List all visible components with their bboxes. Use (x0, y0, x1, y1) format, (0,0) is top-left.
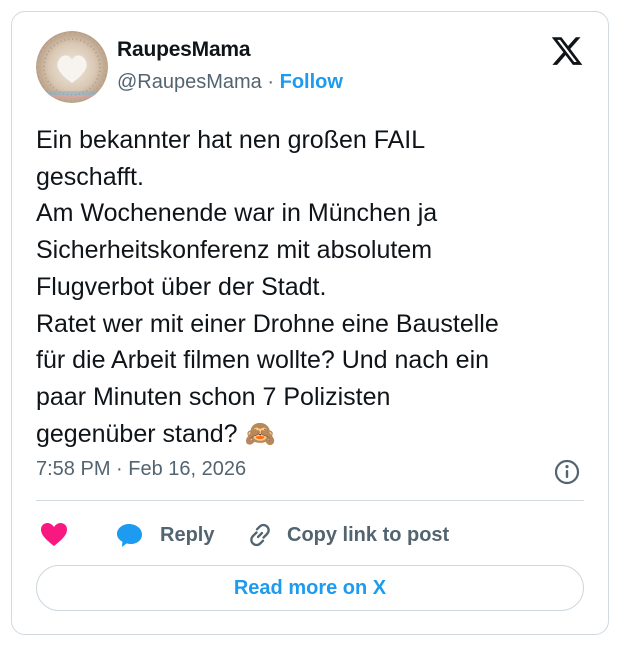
post-text-line: Flugverbot über der Stadt. (36, 272, 327, 301)
post-text-line: Ein bekannter hat nen großen FAIL (36, 126, 426, 154)
author-handle-row: @RaupesMama · Follow (117, 71, 343, 94)
post-time: 7:58 PM (36, 458, 111, 480)
embedded-post-card: RaupesMama @RaupesMama · Follow Ein beka… (11, 11, 609, 635)
author-display-name[interactable]: RaupesMama (117, 38, 251, 62)
post-text-line: Ratet wer mit einer Drohne eine Baustell… (36, 309, 499, 338)
post-text-line: Am Wochenende war in München ja (36, 199, 438, 228)
timestamp-separator: · (116, 458, 123, 480)
avatar[interactable] (36, 31, 108, 103)
post-text-line: Sicherheitskonferenz mit absolutem (36, 236, 433, 265)
speech-bubble-icon (117, 524, 142, 547)
post-timestamp[interactable]: 7:58 PM · Feb 16, 2026 (36, 458, 246, 481)
handle-separator: · (267, 71, 275, 93)
reply-label: Reply (160, 523, 215, 546)
link-icon (250, 523, 270, 547)
avatar-image (36, 31, 108, 103)
divider (36, 500, 584, 501)
post-text-line: gegenüber stand? 🙈 (36, 419, 276, 448)
like-button[interactable] (40, 517, 68, 553)
copy-link-label: Copy link to post (287, 523, 450, 546)
x-logo-icon[interactable] (550, 34, 584, 68)
read-more-button[interactable]: Read more on X (36, 565, 584, 611)
follow-link[interactable]: Follow (280, 71, 343, 93)
heart-icon (41, 523, 67, 546)
post-text-line: geschafft. (36, 162, 144, 191)
post-text-line: für die Arbeit filmen wollte? Und nach e… (36, 346, 490, 375)
info-icon[interactable] (553, 458, 581, 486)
copy-link-button[interactable]: Copy link to post (245, 517, 449, 553)
post-text-line: paar Minuten schon 7 Polizisten (36, 382, 391, 411)
author-handle[interactable]: @RaupesMama (117, 71, 262, 93)
post-date: Feb 16, 2026 (128, 458, 247, 480)
post-text: Ein bekannter hat nen großen FAIL gescha… (36, 122, 596, 452)
reply-button[interactable]: Reply (116, 517, 214, 553)
